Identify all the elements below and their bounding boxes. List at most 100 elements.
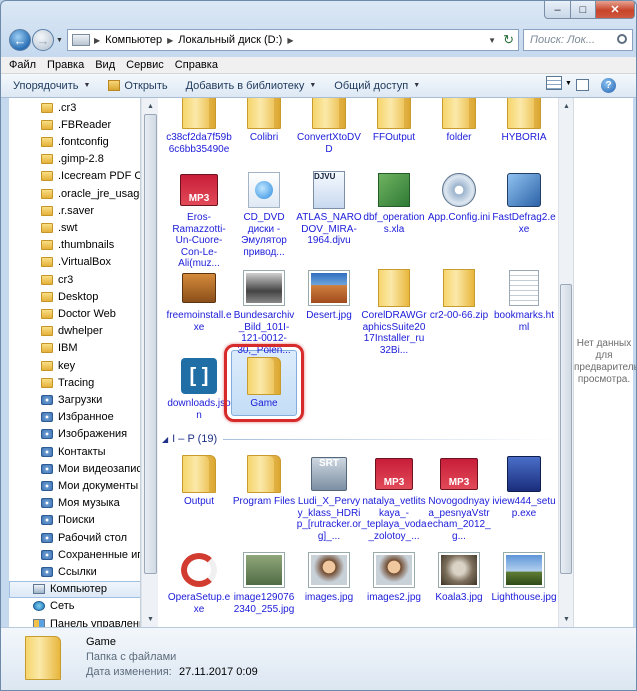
menu-edit[interactable]: Правка [47,59,84,71]
add-to-library-button[interactable]: Добавить в библиотеку ▼ [180,76,323,96]
organize-button[interactable]: Упорядочить ▼ [7,76,96,96]
nav-item[interactable]: Загрузки [9,391,140,408]
file-item[interactable]: iview444_setup.exe [492,454,556,519]
nav-item[interactable]: Мои документы [9,477,140,494]
nav-item[interactable]: Сохраненные игры [9,546,140,563]
preview-pane-toggle-icon[interactable] [576,79,589,91]
nav-item[interactable]: .cr3 [9,99,140,116]
file-item[interactable]: images.jpg [298,550,360,604]
nav-item[interactable]: key [9,357,140,374]
nav-item[interactable]: cr3 [9,271,140,288]
file-item[interactable]: FFOutput [363,98,425,144]
change-view-button[interactable]: ▼ [546,76,572,90]
navigation-scrollbar[interactable]: ▲ ▼ [141,98,158,627]
address-dropdown-icon[interactable]: ▼ [488,36,496,45]
nav-item[interactable]: Панель управления [9,615,140,627]
file-item[interactable]: OperaSetup.exe [168,550,230,615]
file-item[interactable]: MP3 natalya_vetlitskaya_-_teplaya_voda_zo… [361,454,427,542]
nav-item[interactable]: .VirtualBox [9,254,140,271]
nav-item[interactable]: Моя музыка [9,495,140,512]
maximize-button[interactable]: □ [570,1,596,19]
nav-item[interactable]: .Icecream PDF Con [9,168,140,185]
file-item[interactable]: Desert.jpg [298,268,360,322]
file-item[interactable]: Program Files [233,454,295,508]
nav-item[interactable]: .gimp-2.8 [9,151,140,168]
menu-file[interactable]: Файл [9,59,36,71]
nav-item[interactable]: Doctor Web [9,305,140,322]
scroll-up-icon[interactable]: ▲ [559,98,574,114]
breadcrumb-computer[interactable]: Компьютер [105,34,162,46]
back-button[interactable]: ← [9,29,31,51]
close-button[interactable]: ✕ [595,1,635,19]
file-item[interactable]: CorelDRAWGraphicsSuite2017Installer_ru32… [361,268,427,356]
file-item[interactable]: bookmarks.html [493,268,555,333]
nav-item[interactable]: .thumbnails [9,237,140,254]
forward-button[interactable]: → [32,29,54,51]
file-item[interactable]: CD_DVD диски - Эмулятор привод... [233,170,295,258]
nav-item[interactable]: Избранное [9,409,140,426]
file-item[interactable]: HYBORIA [493,98,555,144]
nav-item[interactable]: Контакты [9,443,140,460]
help-icon[interactable]: ? [601,78,616,93]
file-item[interactable]: freemoinstall.exe [166,268,232,333]
menu-view[interactable]: Вид [95,59,115,71]
breadcrumb-drive[interactable]: Локальный диск (D:) [178,34,282,46]
share-button[interactable]: Общий доступ ▼ [328,76,426,96]
file-item[interactable]: DJVU ATLAS_NARODOV_MIRA-1964.djvu [296,170,362,247]
nav-item[interactable]: Компьютер [9,580,140,598]
chevron-right-icon[interactable]: ▶ [287,36,293,45]
file-item[interactable]: Colibri [233,98,295,144]
nav-item[interactable]: Tracing [9,374,140,391]
scroll-down-icon[interactable]: ▼ [559,611,574,627]
nav-item[interactable]: IBM [9,340,140,357]
scroll-up-icon[interactable]: ▲ [142,98,159,114]
nav-item[interactable]: Ссылки [9,563,140,580]
nav-item[interactable]: .swt [9,219,140,236]
nav-item[interactable]: .r.saver [9,202,140,219]
file-list-scrollbar[interactable]: ▲ ▼ [558,98,573,627]
file-item[interactable]: Lighthouse.jpg [491,550,557,604]
scrollbar-thumb[interactable] [144,114,157,574]
nav-item[interactable]: Desktop [9,288,140,305]
recent-pages-dropdown-icon[interactable]: ▼ [56,37,63,44]
nav-item[interactable]: .oracle_jre_usage [9,185,140,202]
file-item[interactable]: Bundesarchiv_Bild_101I-121-0012-30,_Pole… [233,268,295,356]
file-item[interactable]: c38cf2da7f59b6c6bb35490e [166,98,232,155]
group-header[interactable]: ◢ I – P (19) [158,431,558,447]
scrollbar-thumb[interactable] [560,284,572,574]
nav-item[interactable]: dwhelper [9,323,140,340]
address-bar[interactable]: ▶ Компьютер ▶ Локальный диск (D:) ▶ ▼ ↻ [67,29,519,51]
nav-item[interactable]: .fontconfig [9,133,140,150]
chevron-right-icon[interactable]: ▶ [167,36,173,45]
nav-item[interactable]: Поиски [9,512,140,529]
file-item[interactable]: ConvertXtoDVD [297,98,361,155]
nav-item[interactable]: Сеть [9,598,140,615]
file-item[interactable]: Output [168,454,230,508]
file-item[interactable]: images2.jpg [363,550,425,604]
file-item[interactable]: cr2-00-66.zip [428,268,490,322]
file-item[interactable]: MP3 Eros-Ramazzotti-Un-Cuore-Con-Le-Ali(m… [168,170,230,270]
file-item[interactable]: [ ] downloads.json [167,356,231,421]
menu-tools[interactable]: Сервис [126,59,164,71]
collapse-chevron-icon[interactable]: ◢ [162,435,168,444]
file-item[interactable]: MP3 Novogodnyaya_pesnyaVstrecham_2012_g..… [427,454,491,542]
file-item[interactable]: folder [428,98,490,144]
file-item[interactable]: dbf_operations.xla [363,170,425,235]
refresh-icon[interactable]: ↻ [503,32,514,48]
file-item[interactable]: Koala3.jpg [428,550,490,604]
nav-item[interactable]: .FBReader [9,116,140,133]
open-button[interactable]: Открыть [102,76,173,96]
nav-item[interactable]: Мои видеозаписи [9,460,140,477]
minimize-button[interactable]: – [544,1,571,19]
search-input[interactable]: Поиск: Лок... [523,29,633,51]
file-item[interactable]: image1290762340_255.jpg [233,550,295,615]
file-item[interactable]: App.Config.ini [428,170,490,224]
file-item[interactable]: SRT Ludi_X_Pervyy_klass_HDRip_[rutracker.… [297,454,361,542]
chevron-right-icon[interactable]: ▶ [94,36,100,45]
file-item[interactable]: FastDefrag2.exe [492,170,556,235]
menu-help[interactable]: Справка [175,59,218,71]
scroll-down-icon[interactable]: ▼ [142,611,159,627]
nav-item[interactable]: Изображения [9,426,140,443]
nav-item[interactable]: Рабочий стол [9,529,140,546]
search-icon[interactable] [617,34,627,44]
